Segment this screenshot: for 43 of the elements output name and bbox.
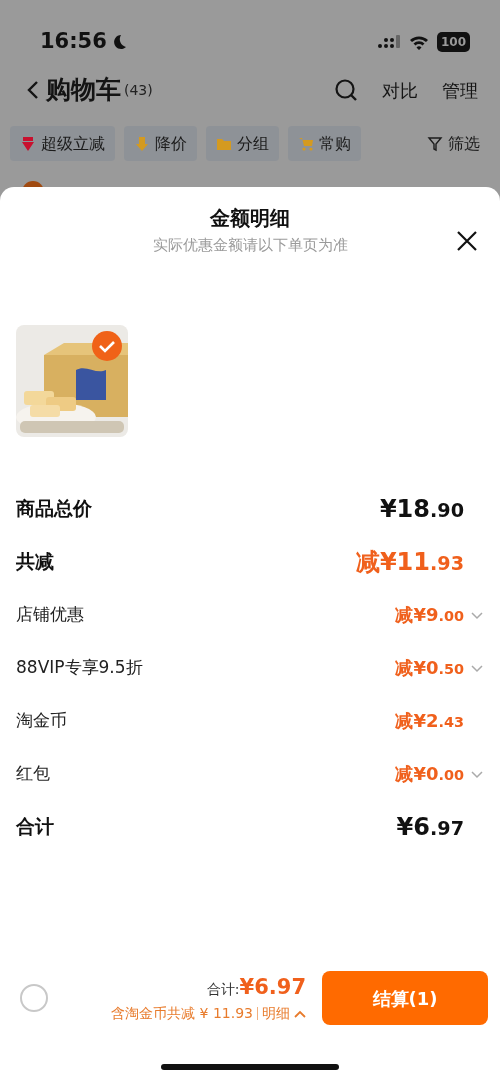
nav-action[interactable]: 管理: [442, 76, 478, 104]
amount: 减¥9.00: [395, 603, 464, 627]
sheet-title: 金额明细: [209, 205, 291, 232]
row-label: 共减: [16, 549, 54, 575]
amount: 减¥0.50: [395, 656, 464, 680]
row-label: 商品总价: [16, 496, 92, 522]
filter-chip[interactable]: 超级立减: [10, 126, 115, 161]
cart-icon: [298, 135, 314, 152]
signal-icon: [376, 35, 401, 49]
filter-icon: [427, 135, 443, 152]
row-label: 店铺优惠: [16, 602, 84, 626]
row-label: 淘金币: [16, 708, 67, 732]
checkout-button[interactable]: 结算(1): [322, 971, 488, 1025]
row-label: 合计: [16, 814, 54, 840]
back-icon[interactable]: [26, 79, 40, 101]
sheet-subtitle: 实际优惠金额请以下单页为准: [152, 235, 348, 256]
amount: ¥6.97: [396, 811, 464, 843]
total-label: 合计:: [206, 980, 240, 999]
check-icon[interactable]: [92, 331, 122, 361]
total-amount: ¥6.97: [239, 973, 306, 1001]
arrow-down-icon: [134, 135, 150, 152]
filter-button[interactable]: 筛选: [417, 126, 490, 161]
savings-text: 含淘金币共减 ¥ 11.93: [111, 1004, 253, 1024]
search-icon[interactable]: [334, 78, 358, 102]
amount: 减¥11.93: [355, 546, 464, 578]
row-label: 红包: [16, 761, 50, 785]
filter-chip[interactable]: 常购: [288, 126, 361, 161]
filter-chip[interactable]: 分组: [206, 126, 279, 161]
amount: 减¥0.00: [395, 762, 464, 786]
row-label: 88VIP专享9.5折: [16, 655, 143, 679]
select-all-checkbox[interactable]: [20, 984, 48, 1012]
clock: 16:56: [40, 28, 107, 56]
item-count: (43): [124, 80, 153, 100]
filter-chip[interactable]: 降价: [124, 126, 197, 161]
amount: ¥18.90: [379, 493, 464, 525]
arrow-down-icon: [20, 135, 36, 152]
battery-level: 100: [436, 32, 470, 52]
page-title: 购物车: [46, 74, 121, 107]
nav-action[interactable]: 对比: [382, 76, 418, 104]
close-icon[interactable]: [456, 230, 478, 252]
amount: 减¥2.43: [395, 709, 464, 733]
wifi-icon: [408, 34, 429, 50]
detail-link[interactable]: 明细: [262, 1003, 306, 1025]
